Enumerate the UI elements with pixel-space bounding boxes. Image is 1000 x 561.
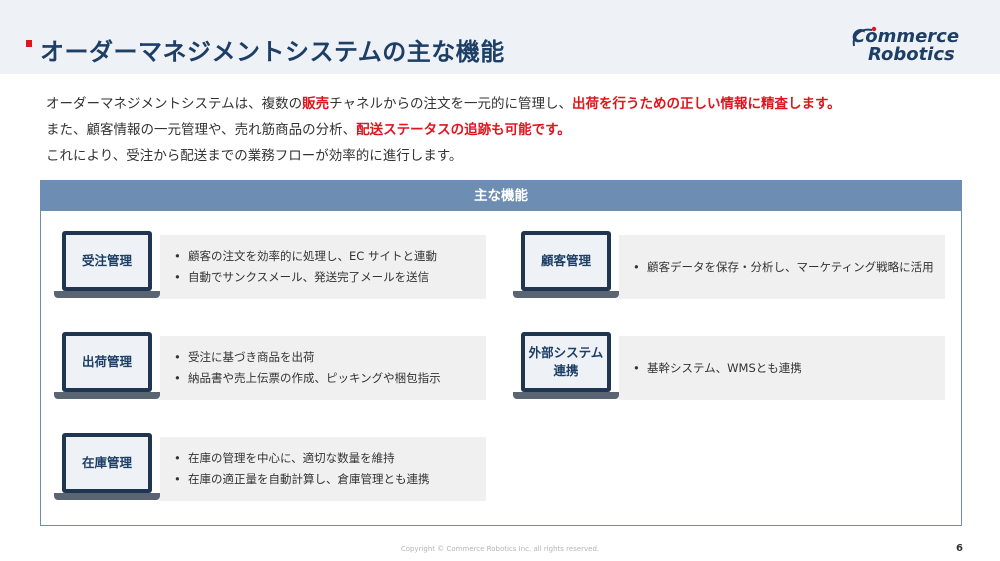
feature-description: • 基幹システム、WMSとも連携: [619, 336, 945, 400]
intro-line-2: また、顧客情報の一元管理や、売れ筋商品の分析、配送ステータスの追跡も可能です。: [46, 117, 841, 143]
page-number: 6: [956, 543, 963, 554]
feature-description: • 在庫の管理を中心に、適切な数量を維持 • 在庫の適正量を自動計算し、倉庫管理とも…: [160, 437, 486, 501]
intro-highlight-segment: 販売: [302, 96, 330, 112]
feature-label: 顧客管理: [525, 235, 607, 287]
intro-highlight-segment: 出荷を行うための正しい情報に精査します。: [571, 96, 841, 112]
intro-text-segment: オーダーマネジメントシステムは、複数の: [46, 96, 303, 112]
slide-header: オーダーマネジメントシステムの主な機能 Commerce Robotics: [0, 0, 1000, 74]
laptop-icon: 外部システム連携: [513, 332, 619, 402]
slide-title: オーダーマネジメントシステムの主な機能: [40, 38, 505, 66]
company-logo: Commerce Robotics: [850, 24, 964, 68]
feature-bullet-item: • 受注に基づき商品を出荷: [174, 350, 315, 364]
feature-label: 在庫管理: [66, 437, 148, 489]
feature-description: • 顧客データを保存・分析し、マーケティング戦略に活用: [619, 235, 945, 299]
laptop-icon: 在庫管理: [54, 433, 160, 503]
intro-text-segment: また、顧客情報の一元管理や、売れ筋商品の分析、: [46, 122, 357, 138]
feature-label: 受注管理: [66, 235, 148, 287]
feature-description: • 受注に基づき商品を出荷 • 納品書や売上伝票の作成、ピッキングや梱包指示: [160, 336, 486, 400]
laptop-icon: 出荷管理: [54, 332, 160, 402]
feature-card-inventory-management: 在庫管理 • 在庫の管理を中心に、適切な数量を維持 • 在庫の適正量を自動計算し、倉…: [54, 433, 486, 507]
feature-card-order-management: 受注管理 • 顧客の注文を効率的に処理し、EC サイトと連動 • 自動でサンクスメー…: [54, 231, 486, 305]
logo-text-robotics: Robotics: [868, 44, 955, 65]
feature-card-customer-management: 顧客管理 • 顧客データを保存・分析し、マーケティング戦略に活用: [513, 231, 945, 305]
intro-line-1: オーダーマネジメントシステムは、複数の販売チャネルからの注文を一元的に管理し、出…: [46, 91, 841, 117]
feature-bullet-item: • 顧客データを保存・分析し、マーケティング戦略に活用: [633, 259, 934, 274]
feature-label: 外部システム連携: [525, 336, 607, 388]
feature-bullet-item: • 顧客の注文を効率的に処理し、EC サイトと連動: [174, 249, 437, 263]
title-marker: [26, 40, 32, 47]
feature-bullet-item: • 自動でサンクスメール、発送完了メールを送信: [174, 270, 430, 284]
features-panel-heading: 主な機能: [41, 181, 961, 211]
copyright-text: Copyright © Commerce Robotics Inc. all r…: [400, 545, 600, 553]
feature-label: 出荷管理: [66, 336, 148, 388]
feature-bullet-item: • 在庫の管理を中心に、適切な数量を維持: [174, 451, 395, 465]
feature-bullet-item: • 納品書や売上伝票の作成、ピッキングや梱包指示: [174, 371, 441, 385]
laptop-icon: 受注管理: [54, 231, 160, 301]
feature-card-external-integration: 外部システム連携 • 基幹システム、WMSとも連携: [513, 332, 945, 406]
intro-text-segment: これにより、受注から配送までの業務フローが効率的に進行します。: [46, 148, 463, 164]
laptop-icon: 顧客管理: [513, 231, 619, 301]
feature-bullet-item: • 基幹システム、WMSとも連携: [633, 360, 802, 375]
intro-line-3: これにより、受注から配送までの業務フローが効率的に進行します。: [46, 143, 841, 169]
feature-card-shipping-management: 出荷管理 • 受注に基づき商品を出荷 • 納品書や売上伝票の作成、ピッキングや梱包指…: [54, 332, 486, 406]
intro-highlight-segment: 配送ステータスの追跡も可能です。: [356, 122, 571, 138]
features-panel: 主な機能 受注管理 • 顧客の注文を効率的に処理し、EC サイトと連動 • 自動でサ…: [40, 180, 962, 526]
feature-bullet-item: • 在庫の適正量を自動計算し、倉庫管理とも連携: [174, 472, 430, 486]
intro-text-segment: チャネルからの注文を一元的に管理し、: [329, 96, 572, 112]
feature-description: • 顧客の注文を効率的に処理し、EC サイトと連動 • 自動でサンクスメール、発送完…: [160, 235, 486, 299]
intro-text: オーダーマネジメントシステムは、複数の販売チャネルからの注文を一元的に管理し、出…: [46, 91, 841, 169]
